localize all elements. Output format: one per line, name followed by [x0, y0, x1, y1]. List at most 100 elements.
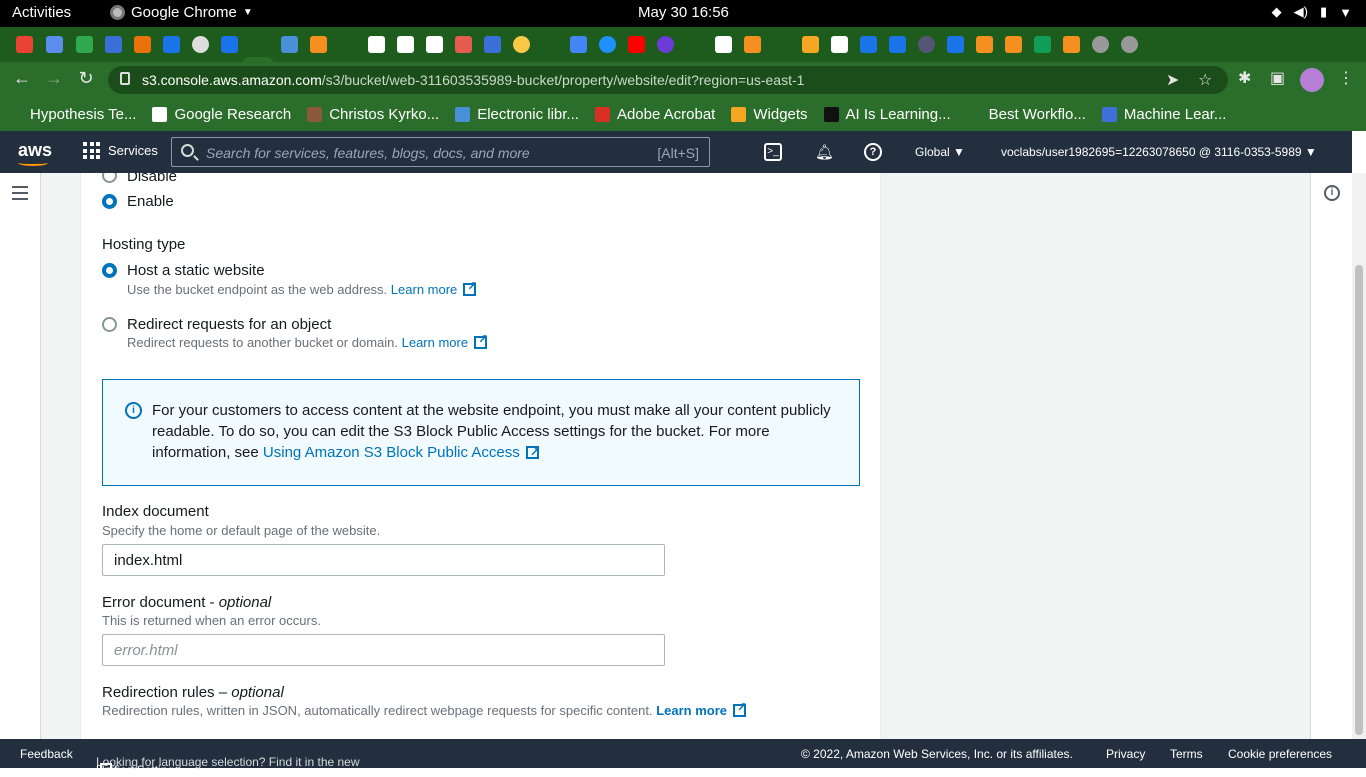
region-selector[interactable]: Global ▼: [915, 145, 965, 159]
youtube-tab-icon[interactable]: [628, 36, 645, 53]
bookmark-item[interactable]: Adobe Acrobat: [587, 106, 723, 123]
help-icon[interactable]: ?: [864, 143, 882, 161]
bookmark-item[interactable]: Machine Lear...: [1094, 106, 1235, 123]
tab-icon[interactable]: [889, 36, 906, 53]
bookmark-item[interactable]: AI Is Learning...: [816, 106, 959, 123]
external-link-icon: [474, 332, 488, 349]
extensions-icon[interactable]: ✱: [1238, 68, 1251, 88]
tab-icon[interactable]: [105, 36, 122, 53]
tab-icon[interactable]: [455, 36, 472, 53]
cloudshell-icon[interactable]: >_: [764, 143, 782, 161]
bookmark-item[interactable]: Google Research: [144, 106, 299, 123]
enable-label: Enable: [127, 193, 174, 210]
tab-icon[interactable]: [1034, 36, 1051, 53]
search-input[interactable]: Search for services, features, blogs, do…: [171, 137, 710, 167]
bell-icon[interactable]: 🔔︎: [815, 143, 834, 161]
volume-icon: ◀): [1293, 4, 1308, 19]
amazon-tab-icon[interactable]: [426, 36, 443, 53]
page-scrollbar[interactable]: [1352, 173, 1366, 739]
tab-icon[interactable]: [1005, 36, 1022, 53]
disable-radio[interactable]: [102, 173, 117, 183]
enable-radio[interactable]: [102, 194, 117, 209]
tab-icon[interactable]: [76, 36, 93, 53]
bookmark-item[interactable]: Widgets: [723, 106, 815, 123]
bookmark-icon: [8, 106, 23, 122]
static-website-hosting-card: Disable Enable Hosting type Host a stati…: [80, 173, 881, 739]
tab-icon[interactable]: [46, 36, 63, 53]
copyright: © 2022, Amazon Web Services, Inc. or its…: [801, 747, 1073, 761]
redirect-requests-label: Redirect requests for an object: [127, 316, 332, 333]
hamburger-menu-icon[interactable]: [12, 186, 28, 204]
error-document-input[interactable]: error.html: [102, 634, 665, 666]
terms-link[interactable]: Terms: [1170, 747, 1203, 761]
bookmark-icon: [1101, 106, 1117, 122]
reload-icon[interactable]: ↻: [74, 68, 98, 89]
side-panel-icon[interactable]: ▣: [1270, 68, 1285, 88]
bookmark-label: Widgets: [753, 105, 808, 123]
bookmark-item[interactable]: Electronic libr...: [447, 106, 587, 123]
gmail-tab-icon[interactable]: [16, 36, 33, 53]
tab-icon[interactable]: [310, 36, 327, 53]
tab-icon[interactable]: [484, 36, 501, 53]
tab-icon[interactable]: [918, 36, 935, 53]
bookmark-item[interactable]: Hypothesis Te...: [0, 106, 144, 123]
redirect-requests-radio[interactable]: [102, 317, 117, 332]
bookmark-item[interactable]: Christos Kyrko...: [299, 106, 447, 123]
profile-avatar[interactable]: [1300, 68, 1324, 92]
tab-icon[interactable]: [599, 36, 616, 53]
info-icon: i: [125, 402, 142, 419]
send-icon[interactable]: ➤: [1166, 70, 1179, 90]
index-document-input[interactable]: index.html: [102, 544, 665, 576]
learn-more-link[interactable]: Learn more: [402, 332, 489, 350]
forward-icon[interactable]: →: [42, 68, 66, 89]
app-menu[interactable]: Google Chrome ▼: [110, 4, 253, 21]
index-document-desc: Specify the home or default page of the …: [102, 523, 381, 538]
bookmark-icon: [455, 106, 471, 122]
tab-icon[interactable]: [221, 36, 238, 53]
amazon-tab-icon[interactable]: [368, 36, 385, 53]
star-icon[interactable]: ☆: [1198, 70, 1212, 90]
clock[interactable]: May 30 16:56: [638, 4, 729, 21]
aws-footer: Feedback Looking for language selection?…: [0, 739, 1366, 777]
menu-kebab-icon[interactable]: ⋮: [1338, 68, 1354, 88]
tab-icon[interactable]: [802, 36, 819, 53]
tab-icon[interactable]: [657, 36, 674, 53]
system-tray[interactable]: ◆ ◀) ▮ ▼: [1272, 4, 1352, 20]
learn-more-link[interactable]: Learn more: [656, 700, 747, 718]
amazon-tab-icon[interactable]: [397, 36, 414, 53]
wifi-icon: ◆: [1271, 4, 1282, 19]
tab-icon[interactable]: [744, 36, 761, 53]
scrollbar-thumb[interactable]: [1355, 265, 1363, 735]
tab-icon[interactable]: [947, 36, 964, 53]
cookie-preferences-link[interactable]: Cookie preferences: [1228, 747, 1332, 761]
bookmark-item[interactable]: Best Workflo...: [959, 106, 1094, 123]
tab-icon[interactable]: [192, 36, 209, 53]
tab-icon[interactable]: [513, 36, 530, 53]
tab-icon[interactable]: [831, 36, 848, 53]
privacy-link[interactable]: Privacy: [1106, 747, 1145, 761]
chevron-down-icon: ▼: [242, 7, 253, 18]
tab-icon[interactable]: [860, 36, 877, 53]
tab-icon[interactable]: [281, 36, 298, 53]
redirection-rules-desc: Redirection rules, written in JSON, auto…: [102, 700, 747, 718]
tab-icon[interactable]: [163, 36, 180, 53]
bookmark-label: Google Research: [174, 105, 292, 123]
address-bar[interactable]: s3.console.aws.amazon.com/s3/bucket/web-…: [108, 66, 1228, 94]
tab-icon[interactable]: [976, 36, 993, 53]
tab-icon[interactable]: [1121, 36, 1138, 53]
tab-icon[interactable]: [1092, 36, 1109, 53]
aws-logo[interactable]: aws: [18, 140, 52, 166]
docs-tab-icon[interactable]: [570, 36, 587, 53]
back-icon[interactable]: ←: [10, 68, 34, 89]
tab-icon[interactable]: [1063, 36, 1080, 53]
activities-button[interactable]: Activities: [12, 4, 71, 21]
host-static-website-radio[interactable]: [102, 263, 117, 278]
amazon-tab-icon[interactable]: [715, 36, 732, 53]
feedback-link[interactable]: Feedback: [20, 747, 73, 761]
info-panel-icon[interactable]: i: [1324, 185, 1340, 201]
services-menu-button[interactable]: Services: [83, 142, 158, 159]
account-menu[interactable]: voclabs/user1982695=12263078650 @ 3116-0…: [1001, 145, 1317, 159]
learn-more-link[interactable]: Learn more: [391, 279, 478, 297]
block-public-access-link[interactable]: Using Amazon S3 Block Public Access: [263, 442, 540, 463]
tab-icon[interactable]: [134, 36, 151, 53]
